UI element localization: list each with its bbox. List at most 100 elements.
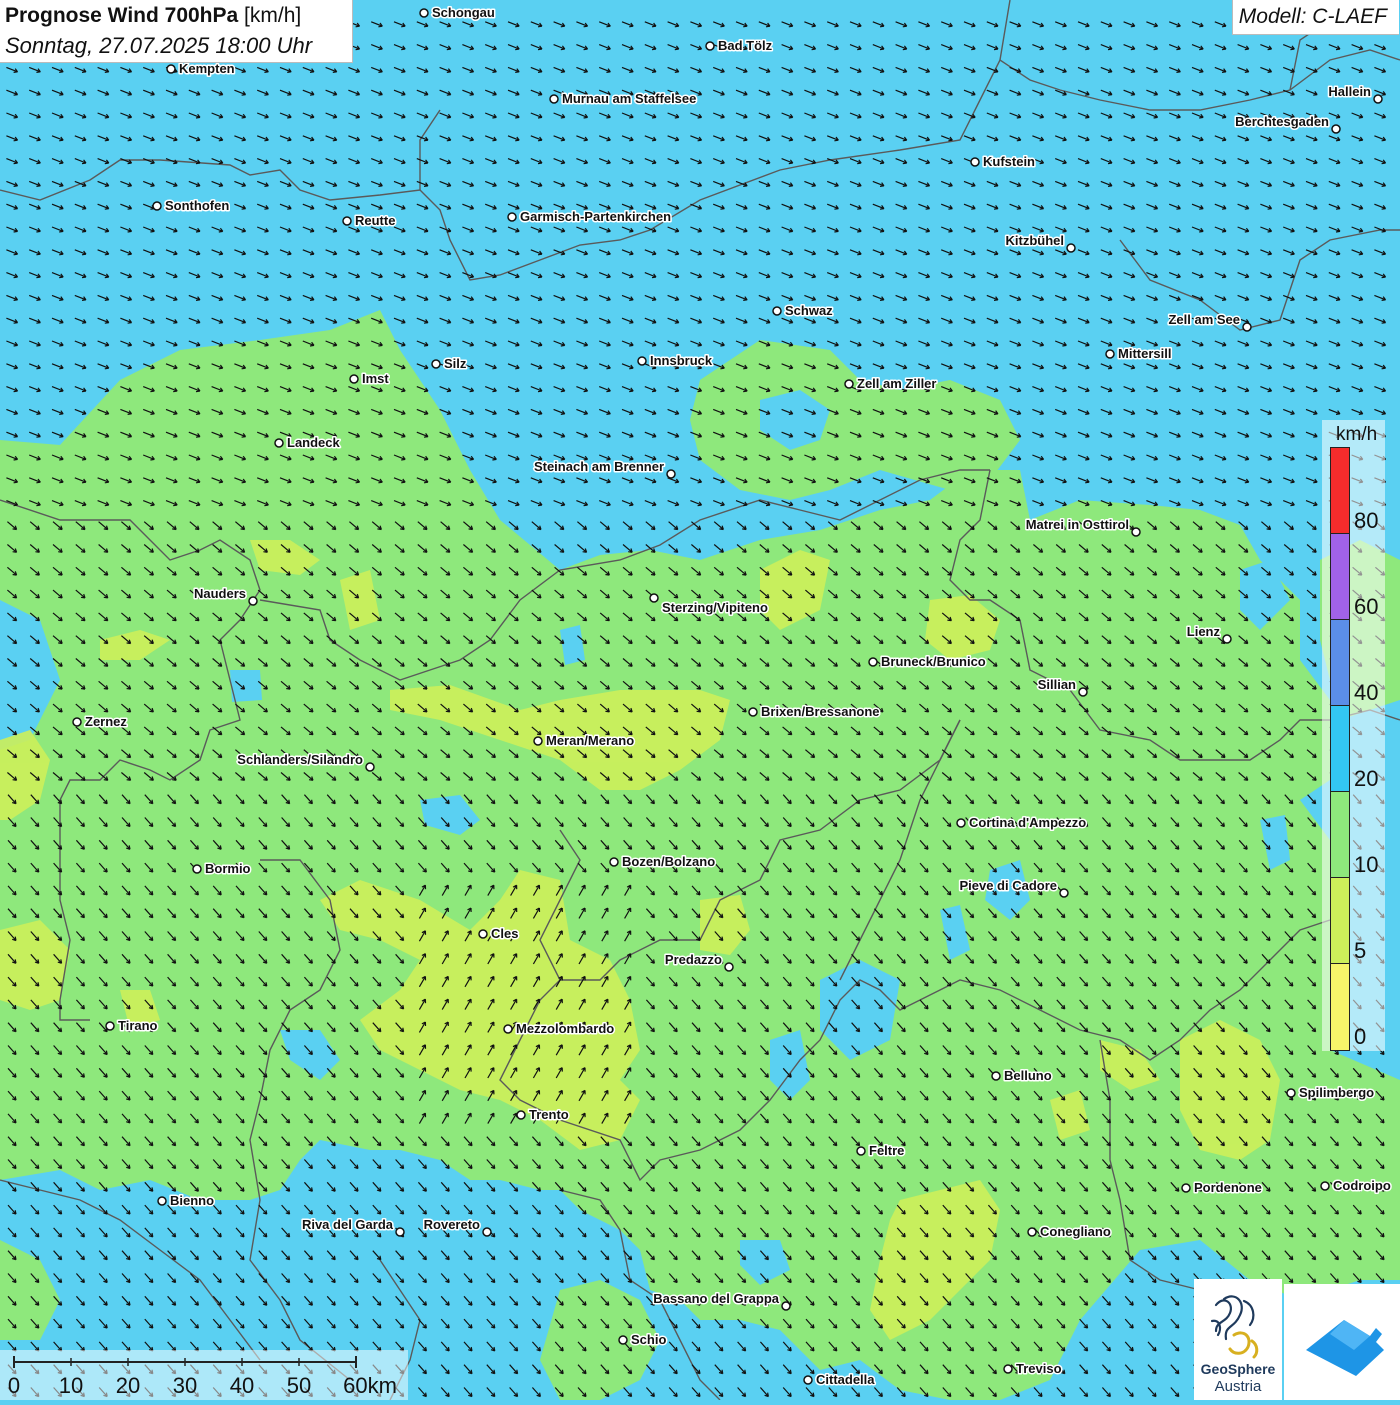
city-label: Silz	[444, 356, 467, 371]
city-label: Innsbruck	[650, 353, 713, 368]
city-label: Codroipo	[1333, 1178, 1391, 1193]
legend-colorbar	[1330, 447, 1350, 1051]
city-dot	[781, 1301, 791, 1311]
city-dot	[349, 374, 359, 384]
city-label: Pieve di Cadore	[959, 878, 1057, 893]
city-dot	[248, 596, 258, 606]
city-schongau: Schongau	[419, 4, 496, 22]
legend-unit: km/h	[1336, 424, 1378, 445]
city-label: Schio	[631, 1332, 666, 1347]
city-conegliano: Conegliano	[1027, 1223, 1112, 1241]
city-dot	[705, 41, 715, 51]
city-label: Nauders	[194, 586, 246, 601]
city-label: Mittersill	[1118, 346, 1171, 361]
city-label: Schongau	[432, 5, 495, 20]
city-zell-am-ziller: Zell am Ziller	[844, 375, 938, 393]
city-dot	[549, 94, 559, 104]
city-label: Pordenone	[1194, 1180, 1262, 1195]
legend-swatch-20	[1330, 705, 1350, 793]
city-label: Cles	[491, 926, 518, 941]
city-garmisch-partenkirchen: Garmisch-Partenkirchen	[507, 208, 673, 226]
city-dot	[844, 379, 854, 389]
city-label: Sterzing/Vipiteno	[662, 600, 768, 615]
city-label: Bormio	[205, 861, 251, 876]
scale-bar: 0 10 20 30 40 50 60km	[0, 1350, 408, 1400]
scale-label-20: 20	[115, 1373, 141, 1398]
city-dot	[105, 1021, 115, 1031]
city-label: Schwaz	[785, 303, 833, 318]
city-sonthofen: Sonthofen	[152, 197, 231, 215]
scale-label-10: 10	[58, 1373, 84, 1398]
scale-label-0: 0	[7, 1373, 21, 1398]
city-dot	[1027, 1227, 1037, 1237]
city-dot	[365, 762, 375, 772]
city-cortina-d-ampezzo: Cortina d'Ampezzo	[956, 814, 1088, 832]
geosphere-emblem-icon	[1210, 1295, 1259, 1359]
city-dot	[637, 356, 647, 366]
city-label: Tirano	[118, 1018, 158, 1033]
city-dot	[1331, 124, 1341, 134]
city-dot	[1003, 1364, 1013, 1374]
city-pordenone: Pordenone	[1181, 1179, 1263, 1197]
legend-swatch-60	[1330, 533, 1350, 621]
city-label: Spilimbergo	[1299, 1085, 1374, 1100]
city-dot	[649, 593, 659, 603]
city-label: Zernez	[85, 714, 127, 729]
model-label: Modell: C-LAEF	[1231, 0, 1399, 35]
map-title: Prognose Wind 700hPa	[5, 4, 239, 27]
city-label: Lienz	[1187, 624, 1221, 639]
city-dot	[1105, 349, 1115, 359]
city-dot	[1059, 888, 1069, 898]
city-dot	[856, 1146, 866, 1156]
city-label: Landeck	[287, 435, 341, 450]
city-label: Murnau am Staffelsee	[562, 91, 696, 106]
legend-tick-40: 40	[1354, 680, 1379, 705]
scale-label-50: 50	[286, 1373, 312, 1398]
city-label: Kempten	[179, 61, 235, 76]
city-label: Bad Tölz	[718, 38, 773, 53]
city-dot	[342, 216, 352, 226]
city-label: Bozen/Bolzano	[622, 854, 715, 869]
city-dot	[1242, 322, 1252, 332]
city-label: Schlanders/Silandro	[237, 752, 363, 767]
city-dot	[1286, 1088, 1296, 1098]
city-dot	[507, 212, 517, 222]
city-label: Conegliano	[1040, 1224, 1111, 1239]
brand-logo	[1284, 1284, 1400, 1400]
city-dot	[724, 962, 734, 972]
city-dot	[533, 736, 543, 746]
city-dot	[419, 8, 429, 18]
city-label: Bruneck/Brunico	[881, 654, 986, 669]
city-label: Mezzolombardo	[516, 1021, 614, 1036]
city-label: Sonthofen	[165, 198, 229, 213]
city-dot	[1373, 94, 1383, 104]
city-label: Imst	[362, 371, 389, 386]
legend-tick-10: 10	[1354, 852, 1379, 877]
city-mezzolombardo: Mezzolombardo	[503, 1020, 616, 1038]
city-label: Zell am See	[1168, 312, 1240, 327]
city-dot	[772, 306, 782, 316]
city-label: Garmisch-Partenkirchen	[520, 209, 671, 224]
city-label: Rovereto	[424, 1217, 480, 1232]
city-dot	[166, 64, 176, 74]
city-label: Reutte	[355, 213, 395, 228]
cloud-arrow-icon	[1306, 1320, 1384, 1376]
city-label: Sillian	[1038, 677, 1076, 692]
city-dot	[970, 157, 980, 167]
city-dot	[868, 657, 878, 667]
city-dot	[478, 929, 488, 939]
legend-tick-60: 60	[1354, 594, 1379, 619]
legend-tick-0: 0	[1354, 1024, 1367, 1049]
city-bozen-bolzano: Bozen/Bolzano	[609, 853, 717, 871]
city-dot	[1066, 243, 1076, 253]
scale-label-30: 30	[172, 1373, 198, 1398]
title-panel: Prognose Wind 700hPa [km/h] Sonntag, 27.…	[0, 0, 353, 63]
geosphere-subname: Austria	[1214, 1378, 1262, 1395]
city-dot	[431, 359, 441, 369]
geosphere-logo: GeoSphere Austria	[1194, 1279, 1282, 1400]
city-label: Berchtesgaden	[1235, 114, 1329, 129]
city-label: Belluno	[1004, 1068, 1052, 1083]
city-dot	[748, 707, 758, 717]
city-label: Riva del Garda	[302, 1217, 394, 1232]
city-dot	[666, 469, 676, 479]
